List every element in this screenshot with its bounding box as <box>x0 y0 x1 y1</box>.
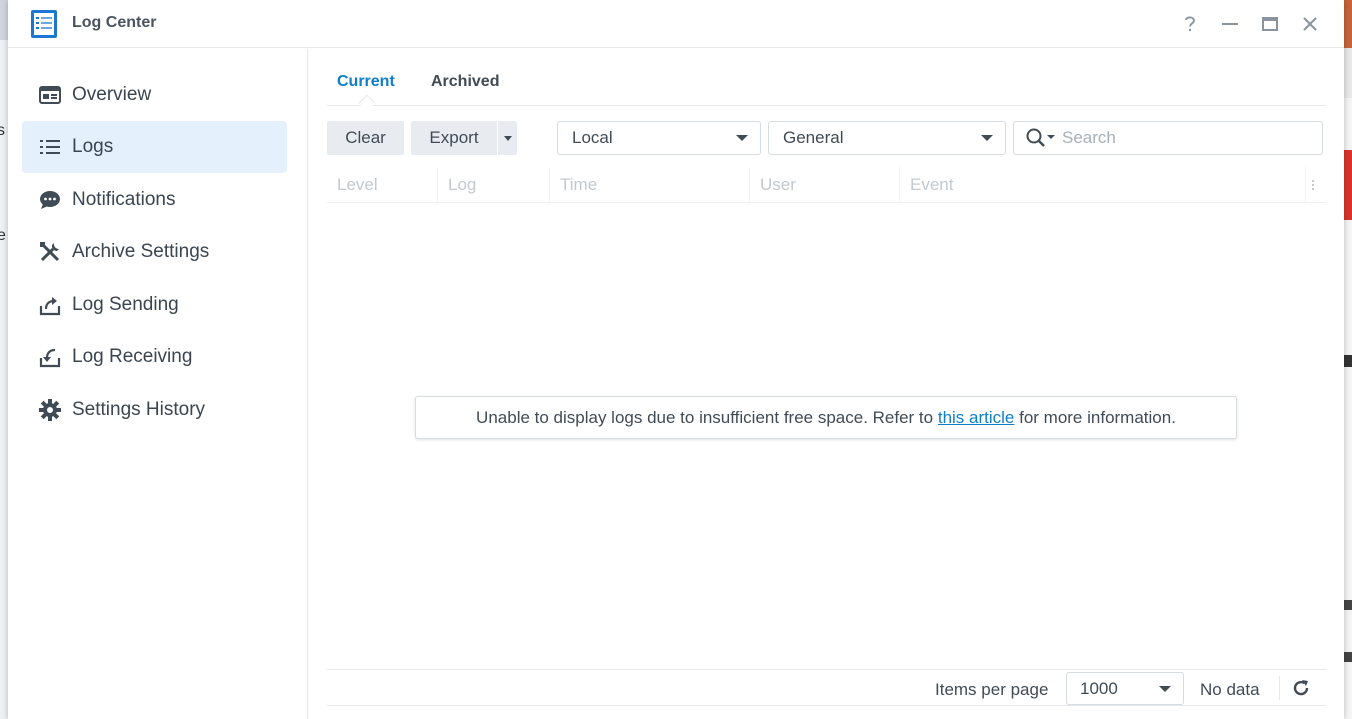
minimize-icon[interactable] <box>1218 12 1242 36</box>
tab-current[interactable]: Current <box>337 73 395 91</box>
sidebar-item-label: Log Sending <box>72 294 179 315</box>
export-button[interactable]: Export <box>411 121 497 155</box>
column-header-user[interactable]: User <box>750 167 900 203</box>
maximize-icon[interactable] <box>1258 12 1282 36</box>
divider <box>1279 676 1280 700</box>
close-icon[interactable] <box>1298 12 1322 36</box>
log-center-window: Log Center Overview Logs Notifications A… <box>8 0 1344 719</box>
sidebar: Overview Logs Notifications Archive Sett… <box>8 49 308 719</box>
notice-text-prefix: Unable to display logs due to insufficie… <box>476 407 938 427</box>
chevron-down-icon <box>981 135 993 141</box>
article-link[interactable]: this article <box>938 408 1015 428</box>
tab-archived[interactable]: Archived <box>431 73 499 91</box>
sidebar-item-label: Overview <box>72 84 152 105</box>
column-menu-icon[interactable] <box>1306 175 1320 195</box>
tab-bar: Current Archived <box>327 49 1326 112</box>
help-icon[interactable] <box>1178 12 1202 36</box>
chat-bubble-icon <box>38 188 62 212</box>
sidebar-item-notifications[interactable]: Notifications <box>22 174 287 226</box>
refresh-icon[interactable] <box>1290 677 1312 699</box>
sidebar-item-archive-settings[interactable]: Archive Settings <box>22 226 287 278</box>
clear-button[interactable]: Clear <box>327 121 404 155</box>
items-per-page-select[interactable]: 1000 <box>1066 672 1184 705</box>
search-input[interactable]: Search <box>1013 121 1323 155</box>
search-placeholder: Search <box>1062 128 1116 147</box>
column-header-log[interactable]: Log <box>438 167 550 203</box>
sidebar-item-settings-history[interactable]: Settings History <box>22 384 287 436</box>
gear-icon <box>38 398 62 422</box>
notice-text-suffix: for more information. <box>1014 407 1176 427</box>
tools-icon <box>38 240 62 264</box>
chevron-down-icon <box>736 135 748 141</box>
source-select-value: Local <box>572 128 613 147</box>
column-header-time[interactable]: Time <box>550 167 750 203</box>
log-center-app-icon <box>30 9 58 39</box>
sidebar-item-log-receiving[interactable]: Log Receiving <box>22 331 287 383</box>
log-type-select[interactable]: General <box>768 121 1006 155</box>
column-header-level[interactable]: Level <box>327 167 438 203</box>
search-icon[interactable] <box>1026 128 1056 148</box>
sidebar-item-label: Settings History <box>72 399 206 420</box>
list-icon <box>38 135 62 159</box>
upload-icon <box>38 293 62 317</box>
window-title: Log Center <box>72 14 157 31</box>
download-icon <box>38 345 62 369</box>
sidebar-item-log-sending[interactable]: Log Sending <box>22 279 287 331</box>
sidebar-item-logs[interactable]: Logs <box>22 121 287 173</box>
main-panel: Current Archived Clear Export Local Gene… <box>327 49 1327 719</box>
caret-down-icon <box>503 135 512 141</box>
chevron-down-icon <box>1159 686 1171 692</box>
log-type-select-value: General <box>783 128 844 147</box>
active-tab-indicator <box>358 94 376 112</box>
sidebar-item-label: Logs <box>72 136 114 157</box>
log-grid-header: Level Log Time User Event <box>327 167 1326 203</box>
sidebar-item-label: Log Receiving <box>72 346 193 367</box>
sidebar-item-label: Notifications <box>72 189 176 210</box>
pagination-footer: Items per page 1000 No data <box>327 669 1326 706</box>
export-dropdown-button[interactable] <box>498 121 517 155</box>
background-desktop-right <box>1344 0 1352 719</box>
overview-card-icon <box>38 83 62 107</box>
sidebar-item-overview[interactable]: Overview <box>22 69 287 121</box>
status-text: No data <box>1200 680 1260 699</box>
items-per-page-value: 1000 <box>1080 678 1118 698</box>
source-select[interactable]: Local <box>557 121 761 155</box>
insufficient-space-notice: Unable to display logs due to insufficie… <box>415 396 1237 439</box>
title-bar: Log Center <box>8 0 1344 48</box>
items-per-page-label: Items per page <box>935 680 1049 699</box>
background-desktop-left: s l e <box>0 0 8 719</box>
sidebar-item-label: Archive Settings <box>72 241 210 262</box>
column-header-event[interactable]: Event <box>900 167 1306 203</box>
